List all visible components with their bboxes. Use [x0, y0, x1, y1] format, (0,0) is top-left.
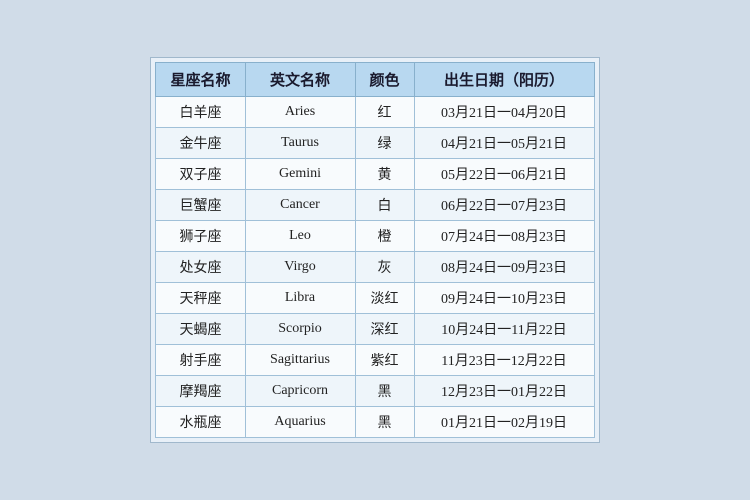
- header-color: 颜色: [355, 63, 414, 97]
- cell-english: Aries: [245, 97, 355, 128]
- cell-chinese: 天蝎座: [156, 314, 245, 345]
- cell-color: 灰: [355, 252, 414, 283]
- cell-date: 09月24日一10月23日: [414, 283, 594, 314]
- cell-chinese: 狮子座: [156, 221, 245, 252]
- table-header-row: 星座名称 英文名称 颜色 出生日期（阳历）: [156, 63, 594, 97]
- cell-chinese: 双子座: [156, 159, 245, 190]
- table-row: 水瓶座Aquarius黑01月21日一02月19日: [156, 407, 594, 438]
- cell-date: 01月21日一02月19日: [414, 407, 594, 438]
- table-row: 射手座Sagittarius紫红11月23日一12月22日: [156, 345, 594, 376]
- cell-english: Taurus: [245, 128, 355, 159]
- cell-english: Cancer: [245, 190, 355, 221]
- cell-english: Virgo: [245, 252, 355, 283]
- table-row: 白羊座Aries红03月21日一04月20日: [156, 97, 594, 128]
- cell-date: 12月23日一01月22日: [414, 376, 594, 407]
- header-chinese: 星座名称: [156, 63, 245, 97]
- cell-color: 绿: [355, 128, 414, 159]
- cell-chinese: 白羊座: [156, 97, 245, 128]
- cell-chinese: 处女座: [156, 252, 245, 283]
- cell-chinese: 射手座: [156, 345, 245, 376]
- cell-color: 橙: [355, 221, 414, 252]
- cell-color: 黑: [355, 407, 414, 438]
- cell-chinese: 金牛座: [156, 128, 245, 159]
- cell-chinese: 巨蟹座: [156, 190, 245, 221]
- cell-date: 11月23日一12月22日: [414, 345, 594, 376]
- cell-color: 淡红: [355, 283, 414, 314]
- cell-date: 04月21日一05月21日: [414, 128, 594, 159]
- cell-date: 08月24日一09月23日: [414, 252, 594, 283]
- cell-color: 深红: [355, 314, 414, 345]
- cell-english: Sagittarius: [245, 345, 355, 376]
- cell-english: Capricorn: [245, 376, 355, 407]
- header-date: 出生日期（阳历）: [414, 63, 594, 97]
- cell-english: Gemini: [245, 159, 355, 190]
- cell-chinese: 摩羯座: [156, 376, 245, 407]
- table-row: 处女座Virgo灰08月24日一09月23日: [156, 252, 594, 283]
- table-row: 双子座Gemini黄05月22日一06月21日: [156, 159, 594, 190]
- cell-color: 紫红: [355, 345, 414, 376]
- zodiac-table-container: 星座名称 英文名称 颜色 出生日期（阳历） 白羊座Aries红03月21日一04…: [150, 57, 599, 443]
- table-row: 狮子座Leo橙07月24日一08月23日: [156, 221, 594, 252]
- cell-english: Libra: [245, 283, 355, 314]
- cell-color: 红: [355, 97, 414, 128]
- table-row: 摩羯座Capricorn黑12月23日一01月22日: [156, 376, 594, 407]
- cell-english: Scorpio: [245, 314, 355, 345]
- table-row: 巨蟹座Cancer白06月22日一07月23日: [156, 190, 594, 221]
- cell-date: 07月24日一08月23日: [414, 221, 594, 252]
- cell-color: 黄: [355, 159, 414, 190]
- cell-date: 06月22日一07月23日: [414, 190, 594, 221]
- cell-english: Leo: [245, 221, 355, 252]
- table-row: 金牛座Taurus绿04月21日一05月21日: [156, 128, 594, 159]
- cell-date: 10月24日一11月22日: [414, 314, 594, 345]
- cell-chinese: 天秤座: [156, 283, 245, 314]
- cell-color: 白: [355, 190, 414, 221]
- table-body: 白羊座Aries红03月21日一04月20日金牛座Taurus绿04月21日一0…: [156, 97, 594, 438]
- cell-english: Aquarius: [245, 407, 355, 438]
- zodiac-table: 星座名称 英文名称 颜色 出生日期（阳历） 白羊座Aries红03月21日一04…: [155, 62, 594, 438]
- table-row: 天秤座Libra淡红09月24日一10月23日: [156, 283, 594, 314]
- table-row: 天蝎座Scorpio深红10月24日一11月22日: [156, 314, 594, 345]
- cell-chinese: 水瓶座: [156, 407, 245, 438]
- cell-date: 05月22日一06月21日: [414, 159, 594, 190]
- cell-date: 03月21日一04月20日: [414, 97, 594, 128]
- header-english: 英文名称: [245, 63, 355, 97]
- cell-color: 黑: [355, 376, 414, 407]
